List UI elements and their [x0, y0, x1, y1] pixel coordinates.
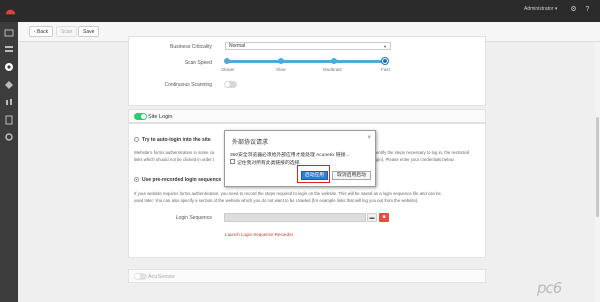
watermark-logo: pc6: [537, 279, 562, 297]
help-icon[interactable]: ?: [583, 5, 592, 14]
speed-label-moderate: Moderate: [323, 67, 343, 72]
folder-icon[interactable]: ▬: [367, 213, 377, 222]
speed-label-fast: Fast: [381, 67, 390, 72]
settings-icon[interactable]: [4, 132, 14, 142]
acusensor-header: AcuSensor: [128, 269, 486, 283]
login-sequence-desc-1: If your website requires forms authentic…: [134, 191, 441, 196]
site-login-header: Site Login: [128, 109, 486, 123]
login-sequence-option[interactable]: Use pre-recorded login sequence: [142, 177, 221, 183]
highlight-box: [297, 165, 330, 183]
scroll-thumb[interactable]: [596, 117, 599, 217]
speed-stop-moderate[interactable]: [331, 58, 337, 64]
back-button[interactable]: ‹ Back: [29, 26, 54, 37]
speed-stop-fast[interactable]: [382, 58, 388, 64]
speed-label-slow: Slow: [276, 67, 286, 72]
speed-label-slower: Slower: [221, 67, 235, 72]
acusensor-toggle[interactable]: [134, 273, 147, 280]
dialog-message: 360安全浏览器必须给外部应用才能处理 Acunetix 链接...: [230, 153, 350, 158]
scrollbar[interactable]: [595, 42, 600, 302]
document-icon[interactable]: [4, 115, 14, 125]
launch-recorder-link[interactable]: Launch Login Sequence Recorder: [225, 232, 293, 237]
toggle-knob: [141, 114, 146, 119]
continuous-scanning-label: Continuous Scanning: [164, 82, 212, 88]
speed-stop-slow[interactable]: [278, 58, 284, 64]
speed-stop-slower[interactable]: [224, 58, 230, 64]
gear-icon[interactable]: ⚙: [569, 5, 578, 14]
login-sequence-radio[interactable]: [134, 177, 139, 182]
site-login-title: Site Login: [148, 114, 173, 120]
toggle-knob: [225, 82, 230, 87]
auto-login-desc-1b: entify the steps necessary to log in, th…: [376, 150, 470, 155]
login-sequence-input[interactable]: [224, 213, 366, 222]
acusensor-title: AcuSensor: [148, 274, 175, 280]
cancel-launch-button[interactable]: 取消启用启动: [332, 171, 371, 180]
dialog-title: 外部协议请求: [232, 140, 269, 146]
site-login-toggle[interactable]: [134, 113, 147, 120]
auto-login-desc-2: links which should not be clicked in ord…: [134, 157, 215, 162]
scan-speed-slider[interactable]: [226, 60, 386, 63]
auto-login-radio[interactable]: [134, 137, 139, 142]
auto-login-desc-2b: gin). Please enter your credentials belo…: [376, 157, 455, 162]
continuous-scanning-toggle[interactable]: [224, 81, 237, 88]
delete-icon[interactable]: ■: [379, 213, 389, 222]
chevron-down-icon: ▼: [383, 44, 387, 49]
remember-choice-checkbox[interactable]: [230, 159, 235, 164]
auto-login-option[interactable]: Try to auto-login into the site: [142, 137, 211, 143]
user-menu[interactable]: Administrator ▾: [524, 6, 557, 12]
close-icon[interactable]: ×: [367, 135, 371, 141]
scan-button[interactable]: Scan: [56, 26, 78, 37]
scan-speed-label: Scan Speed: [184, 60, 212, 66]
toggle-knob: [135, 274, 140, 279]
login-sequence-label: Login Sequence: [175, 215, 212, 221]
remember-choice-label[interactable]: 记住我对所有此类链接的选择: [237, 159, 299, 166]
vulnerabilities-icon[interactable]: [4, 80, 14, 90]
targets-icon[interactable]: [4, 44, 14, 54]
reports-icon[interactable]: [4, 97, 14, 107]
login-sequence-desc-2: used later. You can also specify a secti…: [134, 198, 419, 203]
business-criticality-label: Business Criticality: [170, 44, 212, 50]
auto-login-desc-1: Website's forms authentication in some c…: [134, 150, 215, 155]
dashboard-icon[interactable]: [4, 28, 14, 38]
top-bar: Administrator ▾ ⚙ ?: [0, 0, 600, 22]
business-criticality-value: Normal: [229, 43, 246, 49]
save-button[interactable]: Save: [78, 26, 100, 37]
acunetix-logo-icon[interactable]: [4, 4, 17, 17]
business-criticality-select[interactable]: Normal ▼: [225, 42, 391, 50]
scans-icon[interactable]: [4, 62, 14, 72]
sidebar: [0, 22, 18, 302]
